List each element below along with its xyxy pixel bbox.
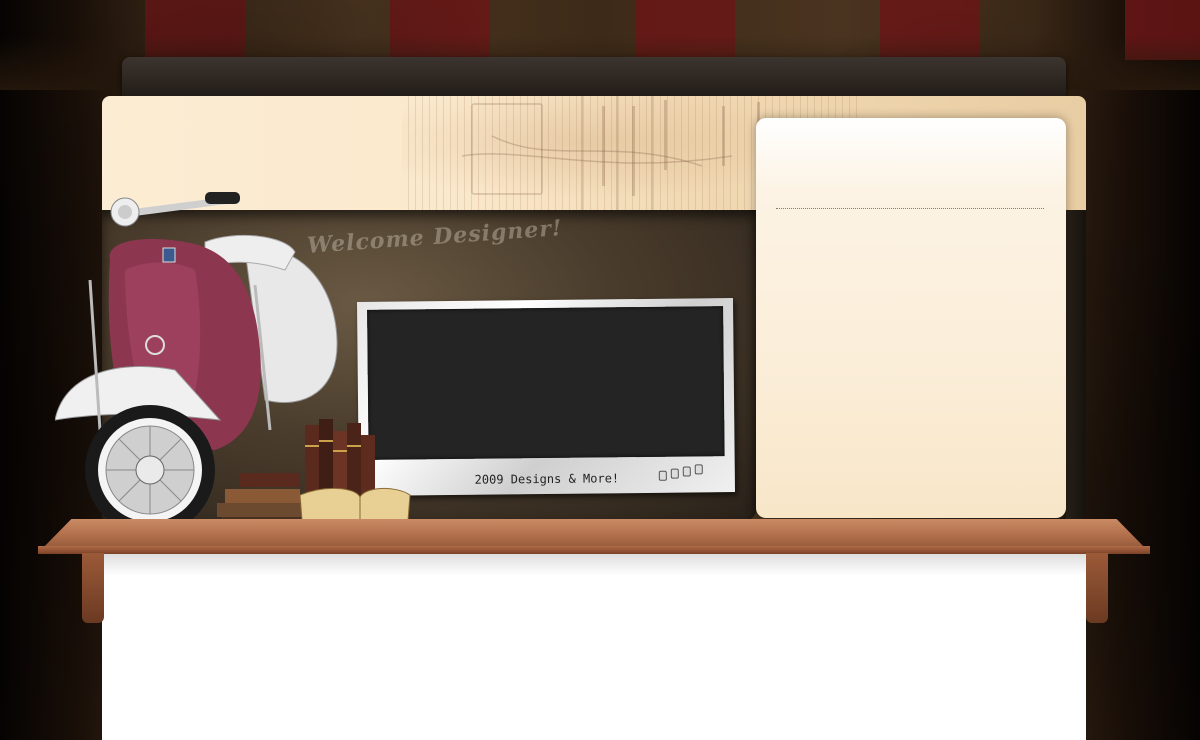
page-background: Welcome Designer! 2009 Designs & More! bbox=[0, 0, 1200, 740]
sidebar-panel bbox=[756, 118, 1066, 518]
staple-icon bbox=[670, 468, 679, 479]
shelf-edge bbox=[38, 546, 1150, 554]
staple-icon bbox=[682, 466, 691, 477]
staple-icon bbox=[694, 464, 703, 475]
main-content-area bbox=[102, 553, 1086, 740]
staple-icon bbox=[658, 470, 667, 481]
right-edge-shadow bbox=[1066, 210, 1086, 520]
shelf-bracket-left bbox=[82, 553, 104, 623]
sidebar-divider bbox=[776, 208, 1044, 209]
photo-placeholder bbox=[367, 306, 725, 460]
top-navigation-bar bbox=[122, 57, 1066, 97]
shelf-bracket-right bbox=[1086, 553, 1108, 623]
